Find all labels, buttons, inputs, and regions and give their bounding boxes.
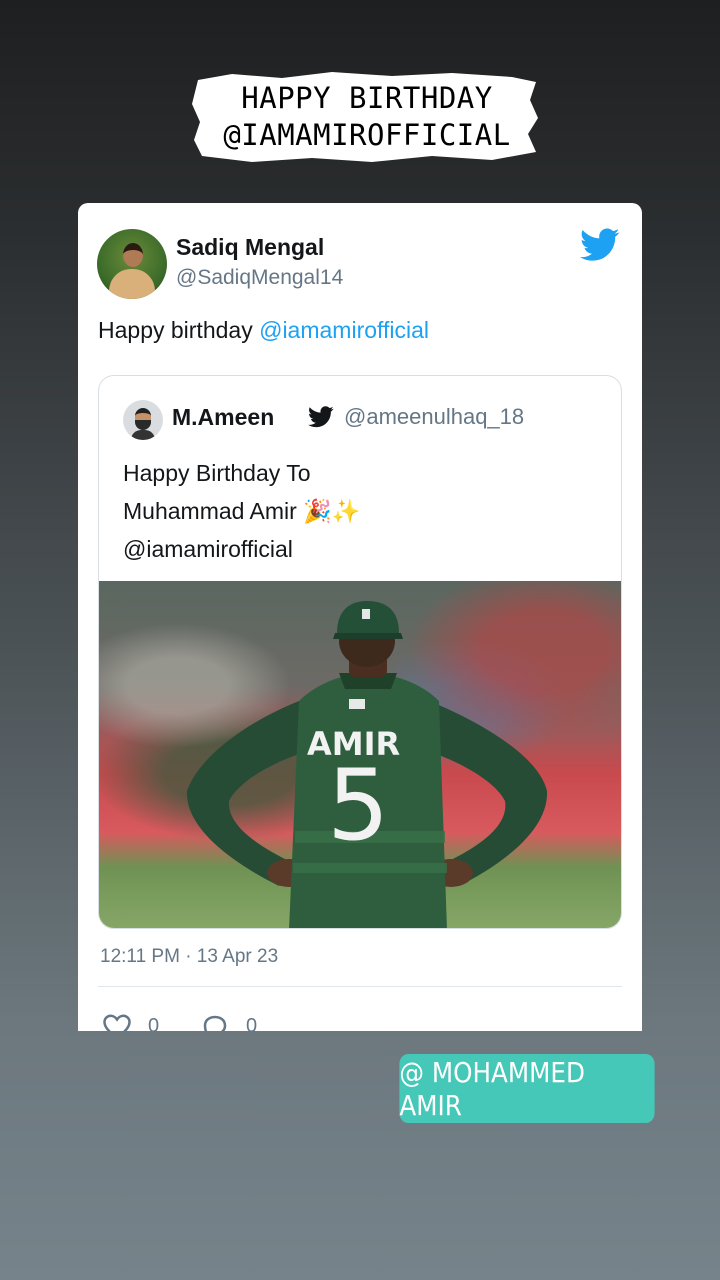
heart-icon[interactable] [102, 1013, 132, 1031]
tweet-divider [98, 986, 622, 987]
tweet-card[interactable]: Sadiq Mengal @SadiqMengal14 Happy birthd… [78, 203, 642, 1031]
q-avatar-beard [135, 420, 151, 430]
mention-sticker[interactable]: @ MOHAMMED AMIR [399, 1054, 655, 1123]
tweet-mention-link[interactable]: @iamamirofficial [259, 317, 429, 343]
like-count: 0 [148, 1015, 160, 1031]
tweet-text-body: Happy birthday [98, 317, 260, 343]
quoted-text-line2: Muhammad Amir 🎉✨ [123, 498, 361, 524]
jersey-number: 5 [327, 749, 390, 863]
reply-count: 0 [246, 1015, 258, 1031]
q-avatar-shirt [131, 430, 155, 440]
tweet-text: Happy birthday @iamamirofficial [98, 317, 429, 344]
quoted-tweet[interactable]: M.Ameen @ameenulhaq_18 Happy Birthday To… [98, 375, 622, 929]
sticker-title-line1: HAPPY BIRTHDAY [241, 81, 493, 115]
reply-icon[interactable] [200, 1013, 230, 1031]
quoted-author-name[interactable]: M.Ameen [172, 404, 274, 431]
author-name[interactable]: Sadiq Mengal [176, 234, 324, 261]
quoted-text-line3[interactable]: @iamamirofficial [123, 530, 593, 568]
avatar-torso [109, 269, 155, 299]
sticker-title-line2: @IAMAMIROFFICIAL [223, 118, 511, 152]
verified-bird-icon [308, 406, 334, 428]
quoted-text-line1: Happy Birthday To [123, 460, 311, 486]
author-avatar[interactable] [97, 229, 167, 299]
tweet-timestamp[interactable]: 12:11 PM · 13 Apr 23 [100, 946, 278, 968]
quoted-author-avatar[interactable] [123, 400, 163, 440]
avatar-head [123, 243, 143, 267]
quoted-tweet-photo[interactable]: AMIR 5 [99, 581, 621, 928]
birthday-sticker: HAPPY BIRTHDAY @IAMAMIROFFICIAL [192, 70, 542, 164]
quoted-author-handle[interactable]: @ameenulhaq_18 [344, 404, 524, 430]
quoted-tweet-text: Happy Birthday To Muhammad Amir 🎉✨ @iama… [123, 454, 593, 568]
author-handle[interactable]: @SadiqMengal14 [176, 266, 343, 290]
twitter-bird-icon [580, 228, 620, 261]
